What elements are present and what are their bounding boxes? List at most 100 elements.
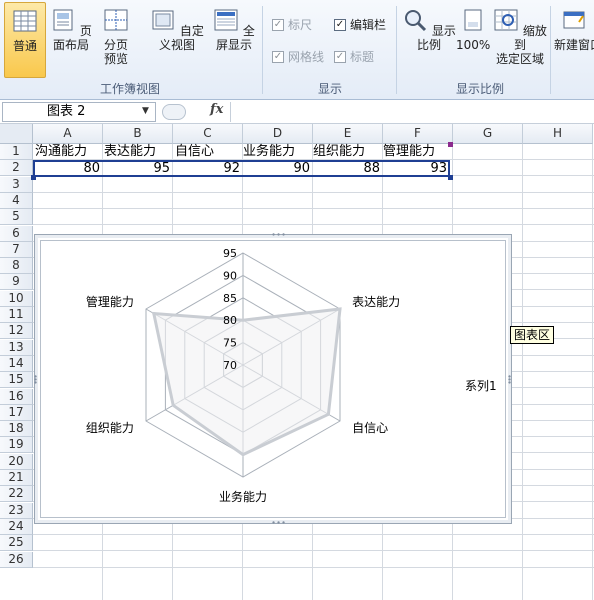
row-header-6[interactable]: 6 — [0, 226, 33, 242]
zoom-to-selection-button[interactable]: 缩放到 选定区域 — [492, 2, 548, 78]
check-icon: ✓ — [334, 50, 346, 63]
row-header-4[interactable]: 4 — [0, 193, 33, 209]
chart-area[interactable]: 707580859095沟通能力表达能力自信心业务能力组织能力管理能力 系列1 … — [33, 231, 512, 527]
column-header-H[interactable]: H — [523, 124, 593, 144]
cell-B1[interactable]: 表达能力 — [104, 144, 156, 160]
gridlines-label: 网格线 — [288, 50, 325, 64]
ruler-checkbox[interactable]: ✓ 标尺 — [272, 16, 312, 33]
row-header-14[interactable]: 14 — [0, 356, 33, 372]
row-header-20[interactable]: 20 — [0, 454, 33, 470]
ribbon: 普通 页面布局 分页 预览 自定义视图 全屏显示 工作簿视图 ✓ 标尺 ✓ 编辑… — [0, 0, 594, 100]
row-header-8[interactable]: 8 — [0, 258, 33, 274]
column-gridline — [592, 144, 593, 600]
column-header-A[interactable]: A — [33, 124, 103, 144]
page-break-preview-button[interactable]: 分页 预览 — [98, 2, 134, 78]
worksheet-grid[interactable]: ABCDEFGH 1 2 3 4 5 6 7 8 9 10 11 12 13 14 15 16 17 18 19 20… — [0, 124, 594, 600]
row-header-5[interactable]: 5 — [0, 209, 33, 225]
category-label: 组织能力 — [86, 421, 134, 435]
page-layout-icon — [53, 9, 73, 31]
row-header-26[interactable]: 26 — [0, 552, 33, 568]
legend-entry-series1[interactable]: 系列1 — [465, 377, 497, 394]
cell-E1[interactable]: 组织能力 — [313, 144, 365, 160]
row-header-10[interactable]: 10 — [0, 291, 33, 307]
row-header-15[interactable]: 15 — [0, 372, 33, 388]
row-header-22[interactable]: 22 — [0, 486, 33, 502]
magnifier-icon — [405, 10, 427, 32]
row-header-16[interactable]: 16 — [0, 389, 33, 405]
row-header-25[interactable]: 25 — [0, 535, 33, 551]
row-header-12[interactable]: 12 — [0, 323, 33, 339]
chart-source-range — [33, 160, 450, 177]
custom-views-button[interactable]: 自定义视图 — [146, 2, 208, 78]
resize-handle[interactable]: ∙∙∙ — [507, 373, 512, 387]
row-header-19[interactable]: 19 — [0, 437, 33, 453]
tick-label: 75 — [223, 337, 237, 350]
workbook-views-group-label: 工作簿视图 — [99, 82, 160, 96]
formula-bar-checkbox[interactable]: ✓ 编辑栏 — [334, 16, 386, 33]
column-header-C[interactable]: C — [173, 124, 243, 144]
range-handle[interactable] — [31, 175, 36, 180]
cell-A1[interactable]: 沟通能力 — [35, 144, 87, 160]
range-handle[interactable] — [448, 175, 453, 180]
row-gridline — [33, 534, 594, 535]
row-header-24[interactable]: 24 — [0, 519, 33, 535]
headings-label: 标题 — [350, 50, 375, 64]
row-header-21[interactable]: 21 — [0, 470, 33, 486]
row-header-3[interactable]: 3 — [0, 177, 33, 193]
zoom-selection-icon — [494, 9, 518, 31]
expand-handle[interactable] — [162, 104, 186, 120]
plot-area[interactable]: 707580859095沟通能力表达能力自信心业务能力组织能力管理能力 系列1 — [40, 240, 506, 518]
category-label: 业务能力 — [219, 489, 267, 504]
column-header-F[interactable]: F — [383, 124, 453, 144]
row-header-13[interactable]: 13 — [0, 340, 33, 356]
row-header-17[interactable]: 17 — [0, 405, 33, 421]
row-header-2[interactable]: 2 — [0, 160, 33, 176]
data-point — [338, 307, 342, 311]
insert-function-icon[interactable]: fx — [210, 102, 223, 117]
data-point — [326, 412, 330, 416]
check-icon: ✓ — [334, 18, 346, 31]
row-header-1[interactable]: 1 — [0, 144, 33, 160]
row-header-9[interactable]: 9 — [0, 274, 33, 290]
name-box[interactable]: 图表 2 — [2, 102, 156, 122]
zoom-100-button[interactable]: 100% — [456, 2, 490, 78]
normal-view-button[interactable]: 普通 — [4, 2, 46, 78]
page-break-preview-icon — [104, 9, 128, 31]
new-window-label: 新建窗口 — [554, 38, 594, 52]
row-header-7[interactable]: 7 — [0, 242, 33, 258]
cell-F1[interactable]: 管理能力 — [383, 144, 435, 160]
row-header-18[interactable]: 18 — [0, 421, 33, 437]
column-header-E[interactable]: E — [313, 124, 383, 144]
full-screen-button[interactable]: 全屏显示 — [208, 2, 260, 78]
column-header-D[interactable]: D — [243, 124, 313, 144]
zoom-100-icon — [464, 9, 482, 31]
column-header-G[interactable]: G — [453, 124, 523, 144]
tick-label: 85 — [223, 292, 237, 305]
headings-checkbox[interactable]: ✓ 标题 — [334, 48, 374, 65]
page-layout-button[interactable]: 页面布局 — [46, 2, 96, 78]
cell-C1[interactable]: 自信心 — [175, 144, 214, 160]
data-point — [171, 403, 175, 407]
zoom-100-label: 100% — [456, 38, 491, 52]
new-window-button[interactable]: 新建窗口 — [554, 2, 594, 78]
dropdown-arrow-icon[interactable]: ▼ — [142, 102, 149, 120]
gridlines-checkbox[interactable]: ✓ 网格线 — [272, 48, 324, 65]
row-header-11[interactable]: 11 — [0, 307, 33, 323]
row-gridline — [33, 192, 594, 193]
resize-handle[interactable]: ∙∙∙ — [271, 231, 286, 239]
select-all-corner[interactable] — [0, 124, 33, 144]
category-label: 管理能力 — [86, 294, 134, 309]
range-handle[interactable] — [448, 142, 453, 147]
zoom-button[interactable]: 显示比例 — [400, 2, 458, 78]
row-gridline — [33, 567, 594, 568]
cell-D1[interactable]: 业务能力 — [243, 144, 295, 160]
row-header-23[interactable]: 23 — [0, 503, 33, 519]
tick-label: 95 — [223, 247, 237, 260]
resize-handle[interactable]: ∙∙∙ — [271, 519, 286, 527]
category-label: 表达能力 — [352, 295, 400, 309]
data-point — [152, 312, 156, 315]
data-point — [241, 453, 245, 457]
resize-handle[interactable]: ∙∙∙ — [33, 373, 38, 387]
column-header-B[interactable]: B — [103, 124, 173, 144]
tick-label: 80 — [223, 314, 237, 327]
